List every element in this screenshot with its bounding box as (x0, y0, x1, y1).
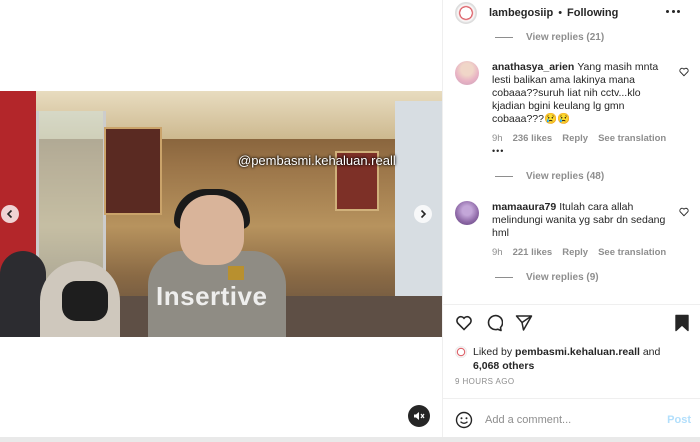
view-replies-label: View replies (21) (526, 32, 605, 43)
comment-likes[interactable]: 236 likes (513, 133, 553, 144)
carousel-prev-button[interactable] (1, 205, 19, 223)
post-comment-button[interactable]: Post (667, 414, 691, 426)
following-button[interactable]: Following (567, 7, 618, 19)
video-officer-head (180, 195, 244, 265)
replies-divider (495, 277, 513, 278)
video-logo: Insertive (156, 281, 268, 311)
likes-prefix: Liked by (473, 346, 513, 358)
video-scene-board (104, 127, 162, 215)
view-replies-button[interactable]: View replies (9) (495, 272, 599, 283)
comment-item: mamaaura79 Itulah cara allah melindungi w… (455, 201, 691, 258)
more-options-button[interactable] (666, 6, 680, 16)
post-media: @pembasmi.kehaluan.reall Insertive (0, 0, 442, 442)
post-header: lambegosiip • Following (443, 0, 700, 26)
comment-text: mamaaura79 Itulah cara allah melindungi w… (492, 201, 668, 240)
reply-button[interactable]: Reply (562, 133, 588, 144)
carousel-next-button[interactable] (414, 205, 432, 223)
see-translation-button[interactable]: See translation (598, 133, 666, 144)
comment-time[interactable]: 9h (492, 133, 503, 144)
header-separator: • (558, 7, 563, 19)
heart-icon[interactable] (455, 314, 473, 332)
comment-bubble-icon[interactable] (485, 314, 503, 332)
heart-icon[interactable] (679, 207, 689, 217)
reply-button[interactable]: Reply (562, 247, 588, 258)
avatar[interactable] (455, 201, 479, 225)
avatar[interactable] (455, 346, 467, 358)
liked-by-username[interactable]: pembasmi.kehaluan.reall (515, 346, 640, 358)
video-player[interactable]: @pembasmi.kehaluan.reall Insertive (0, 91, 442, 337)
post-details-panel: lambegosiip • Following View replies (21… (442, 0, 700, 442)
comment-item: anathasya_arien Yang masih mnta lesti bal… (455, 61, 691, 156)
avatar[interactable] (455, 2, 477, 24)
divider (443, 304, 700, 305)
view-replies-button[interactable]: View replies (48) (495, 171, 604, 182)
paper-plane-icon[interactable] (515, 314, 533, 332)
likes-text: Liked by pembasmi.kehaluan.reall and 6,0… (473, 345, 660, 373)
chevron-right-icon (420, 209, 427, 219)
comment-likes[interactable]: 221 likes (513, 247, 553, 258)
post-author-username[interactable]: lambegosiip (489, 7, 553, 19)
video-person-mask (62, 281, 108, 321)
post-actions (455, 314, 691, 334)
video-officer-badge (228, 266, 244, 280)
replies-divider (495, 37, 513, 38)
avatar[interactable] (455, 61, 479, 85)
chevron-left-icon (6, 209, 13, 219)
mute-button[interactable] (408, 405, 430, 427)
more-horizontal-icon-dot (671, 9, 675, 13)
view-replies-button[interactable]: View replies (21) (495, 32, 604, 43)
view-replies-label: View replies (9) (526, 272, 599, 283)
comment-composer: Post (455, 405, 691, 435)
likes-conjunction: and (642, 346, 661, 358)
more-horizontal-icon (666, 9, 669, 13)
more-horizontal-icon-dot (677, 9, 680, 13)
speaker-muted-icon (414, 412, 425, 420)
video-watermark: @pembasmi.kehaluan.reall (238, 153, 396, 168)
comment-input[interactable] (485, 414, 645, 426)
comment-username[interactable]: mamaaura79 (492, 201, 556, 213)
page-bottom-strip (0, 437, 700, 442)
likes-others[interactable]: 6,068 others (473, 360, 534, 372)
likes-summary: Liked by pembasmi.kehaluan.reall and 6,0… (455, 345, 691, 373)
comment-time[interactable]: 9h (492, 247, 503, 258)
replies-divider (495, 176, 513, 177)
comments-list: View replies (21) anathasya_arien Yang ma… (443, 26, 700, 304)
post-timestamp[interactable]: 9 HOURS AGO (455, 377, 515, 386)
heart-icon[interactable] (679, 67, 689, 77)
see-translation-button[interactable]: See translation (598, 247, 666, 258)
view-replies-label: View replies (48) (526, 171, 605, 182)
divider (443, 398, 700, 399)
comment-meta: 9h 221 likes Reply See translation (492, 247, 691, 258)
smiley-icon[interactable] (455, 411, 473, 429)
comment-more-button[interactable]: ••• (492, 146, 691, 156)
comment-text: anathasya_arien Yang masih mnta lesti bal… (492, 61, 668, 126)
comment-username[interactable]: anathasya_arien (492, 61, 574, 73)
bookmark-icon[interactable] (673, 314, 691, 332)
comment-meta: 9h 236 likes Reply See translation (492, 133, 691, 144)
